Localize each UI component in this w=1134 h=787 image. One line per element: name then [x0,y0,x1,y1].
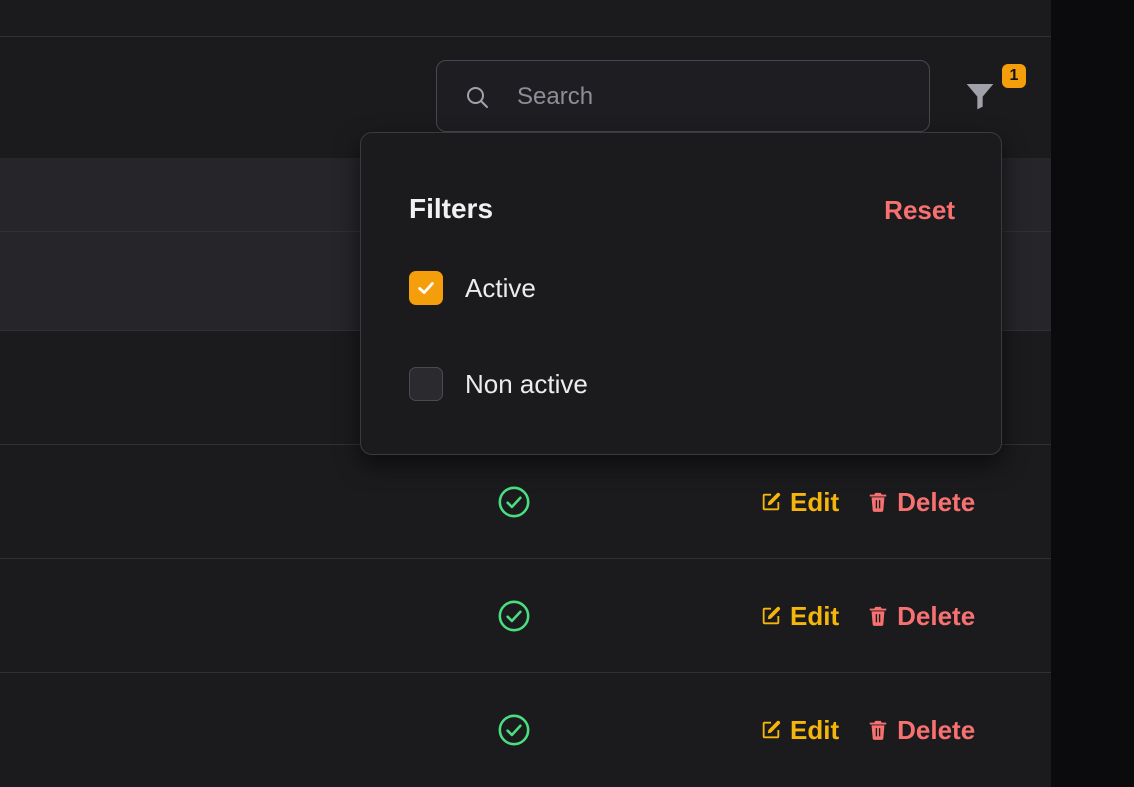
pencil-square-icon [762,720,781,739]
edit-label: Edit [790,600,840,631]
top-bar [0,0,1051,37]
table-row[interactable]: Edit Delete [0,673,1051,787]
pencil-square-icon [762,606,781,625]
filters-dropdown: Filters Reset Active Non active [360,132,1002,455]
delete-button[interactable]: Delete [867,487,975,518]
delete-button[interactable]: Delete [867,601,975,632]
edit-button[interactable]: Edit [760,601,839,632]
pencil-square-icon [762,492,781,511]
filter-button[interactable] [960,76,1000,116]
trash-icon [869,492,887,512]
delete-label: Delete [897,486,976,517]
delete-label: Delete [897,600,976,631]
filter-option-active[interactable]: Active [409,271,536,305]
main-panel: Edit Delete Edit Delete Edit Delete Sear… [0,0,1051,787]
delete-label: Delete [897,714,976,745]
search-field[interactable]: Search [436,60,930,132]
edit-label: Edit [790,486,840,517]
edit-button[interactable]: Edit [760,715,839,746]
checkbox-unchecked[interactable] [409,367,443,401]
checkbox-checked[interactable] [409,271,443,305]
funnel-icon [966,84,994,110]
table-row[interactable]: Edit Delete [0,445,1051,559]
search-placeholder: Search [517,83,594,110]
check-circle-icon [498,714,530,746]
check-circle-icon [498,600,530,632]
row-actions: Edit Delete [760,485,975,519]
trash-icon [869,606,887,626]
filter-count-badge: 1 [1002,64,1026,88]
table-row[interactable]: Edit Delete [0,559,1051,673]
trash-icon [869,720,887,740]
checkmark-icon [418,282,434,294]
edit-button[interactable]: Edit [760,487,839,518]
filters-title: Filters [409,193,494,224]
filter-option-non-active[interactable]: Non active [409,367,588,401]
reset-filters-button[interactable]: Reset [884,196,955,224]
edit-label: Edit [790,714,840,745]
row-actions: Edit Delete [760,713,975,747]
filter-option-label: Active [465,273,536,303]
search-icon [467,87,488,108]
filter-option-label: Non active [465,369,588,399]
check-circle-icon [498,486,530,518]
row-actions: Edit Delete [760,599,975,633]
delete-button[interactable]: Delete [867,715,975,746]
